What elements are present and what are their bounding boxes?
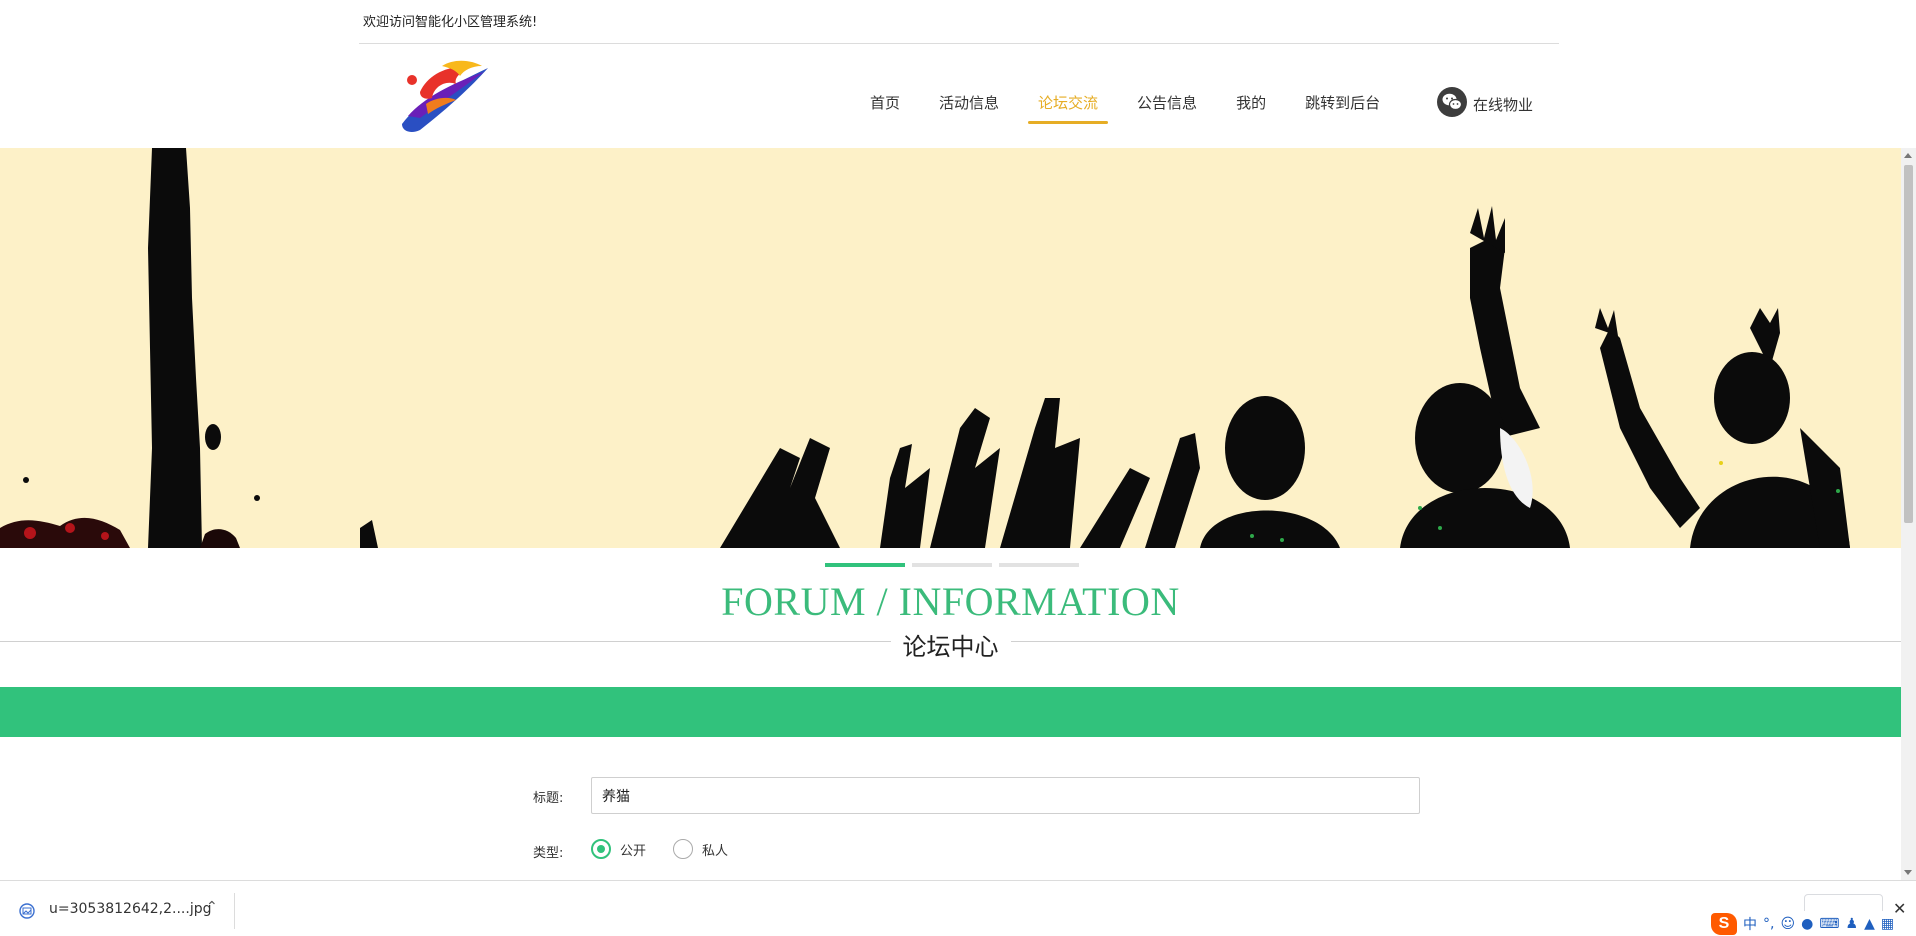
site-logo[interactable] xyxy=(398,58,492,134)
download-separator xyxy=(234,893,235,929)
carousel-dot-1[interactable] xyxy=(825,563,905,567)
section-title-cn: 论坛中心 xyxy=(890,633,1011,661)
wechat-icon xyxy=(1437,87,1467,117)
emoji-icon[interactable]: ☺ xyxy=(1780,916,1795,932)
image-file-icon xyxy=(19,903,35,919)
chevron-up-icon[interactable]: ⌃ xyxy=(206,899,218,915)
title-label: 标题: xyxy=(533,791,564,806)
online-service-label: 在线物业 xyxy=(1473,96,1534,114)
type-label: 类型: xyxy=(533,846,564,861)
section-title-cn-wrap: 论坛中心 xyxy=(0,627,1901,662)
download-bar: u=3053812642,2....jpg ⌃ 全部显示 ✕ xyxy=(0,880,1916,936)
carousel-dot-2[interactable] xyxy=(912,563,992,567)
carousel-dot-3[interactable] xyxy=(999,563,1079,567)
nav-home[interactable]: 首页 xyxy=(860,84,910,124)
nav-announcements[interactable]: 公告信息 xyxy=(1127,84,1207,124)
page: 欢迎访问智能化小区管理系统! 首页 活动信息 论坛交流 公告信息 我的 跳转到后… xyxy=(0,0,1916,936)
scrollbar-thumb[interactable] xyxy=(1904,165,1913,523)
main-nav: 首页 活动信息 论坛交流 公告信息 我的 跳转到后台 xyxy=(860,84,1390,124)
crowd-silhouette-image xyxy=(0,148,1850,548)
nav-admin[interactable]: 跳转到后台 xyxy=(1295,84,1390,124)
radio-checked-icon xyxy=(591,839,611,859)
title-input[interactable] xyxy=(591,777,1420,814)
hero-banner xyxy=(0,148,1901,548)
nav-activities[interactable]: 活动信息 xyxy=(929,84,1009,124)
user-icon[interactable]: ♟ xyxy=(1846,916,1859,932)
microphone-icon[interactable]: ● xyxy=(1801,916,1813,932)
radio-unchecked-icon xyxy=(673,839,693,859)
sogou-ime-logo[interactable]: S xyxy=(1711,912,1737,935)
nav-mine[interactable]: 我的 xyxy=(1226,84,1276,124)
punctuation-icon[interactable]: °, xyxy=(1763,916,1774,932)
download-file-name[interactable]: u=3053812642,2....jpg xyxy=(49,901,212,917)
online-service-link[interactable]: 在线物业 xyxy=(1437,87,1533,117)
welcome-bar: 欢迎访问智能化小区管理系统! xyxy=(359,0,1559,44)
carousel-indicators xyxy=(825,563,1086,567)
type-option-public[interactable]: 公开 xyxy=(591,839,646,859)
section-green-bar xyxy=(0,687,1901,737)
type-option-private-label: 私人 xyxy=(702,843,729,859)
keyboard-icon[interactable]: ⌨ xyxy=(1819,916,1839,932)
close-icon[interactable]: ✕ xyxy=(1893,899,1906,918)
section-title-en: FORUM / INFORMATION xyxy=(721,579,1180,624)
skin-icon[interactable]: ▲ xyxy=(1864,916,1875,932)
scroll-up-icon[interactable] xyxy=(1904,153,1912,158)
nav-forum[interactable]: 论坛交流 xyxy=(1028,84,1109,124)
menu-grid-icon[interactable]: ▦ xyxy=(1881,916,1894,932)
welcome-text: 欢迎访问智能化小区管理系统! xyxy=(363,15,538,30)
type-option-public-label: 公开 xyxy=(620,843,647,859)
page-scrollbar[interactable] xyxy=(1901,148,1916,880)
scroll-down-icon[interactable] xyxy=(1904,870,1912,875)
ime-mode-chinese[interactable]: 中 xyxy=(1743,914,1757,934)
ime-toolbar: S 中 °, ☺ ● ⌨ ♟ ▲ ▦ xyxy=(1711,911,1895,936)
type-option-private[interactable]: 私人 xyxy=(673,839,728,859)
